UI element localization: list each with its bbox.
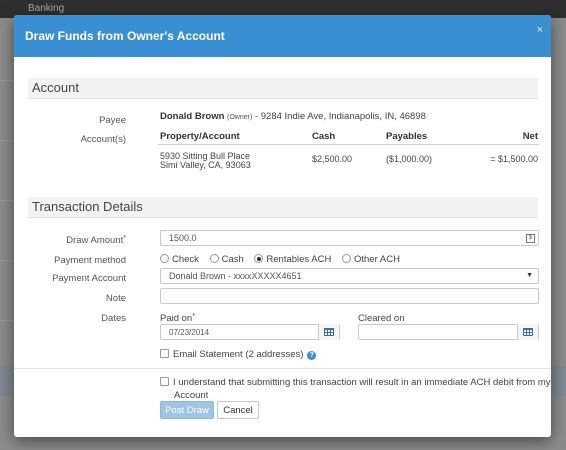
transaction-section-header: Transaction Details bbox=[28, 197, 538, 218]
account-heading: Account bbox=[32, 80, 79, 95]
cleared-on-label: Cleared on bbox=[358, 313, 405, 324]
email-statement-label: Email Statement (2 addresses) bbox=[173, 349, 304, 360]
cancel-button[interactable]: Cancel bbox=[217, 401, 259, 419]
modal-header: Draw Funds from Owner's Account × bbox=[14, 15, 551, 57]
payee-value: Donald Brown (Owner) - 9284 Indie Ave, I… bbox=[160, 111, 426, 122]
radio-cash-icon bbox=[209, 254, 219, 263]
payment-account-label: Payment Account bbox=[52, 273, 126, 284]
modal-title: Draw Funds from Owner's Account bbox=[25, 29, 225, 43]
radio-other-ach-label: Other ACH bbox=[354, 254, 400, 265]
paid-on-value: 07/23/2014 bbox=[169, 328, 210, 337]
payee-label: Payee bbox=[99, 115, 126, 126]
table-header-divider bbox=[158, 144, 539, 145]
checkbox-icon bbox=[160, 349, 169, 358]
payment-account-select[interactable]: Donald Brown - xxxxXXXXX4651 ▼ bbox=[160, 268, 539, 284]
background-row-divider bbox=[0, 80, 14, 81]
radio-rentables-ach-icon bbox=[254, 254, 264, 263]
help-icon[interactable]: ? bbox=[307, 351, 317, 360]
payee-role: (Owner) bbox=[227, 114, 253, 121]
radio-cash[interactable]: Cash bbox=[209, 254, 244, 265]
payee-address: - 9284 Indie Ave, Indianapolis, IN, 4689… bbox=[254, 111, 426, 122]
transaction-heading: Transaction Details bbox=[32, 199, 143, 214]
payment-method-options: Check Cash Rentables ACH Other ACH bbox=[160, 254, 400, 265]
cash-value: $2,500.00 bbox=[312, 154, 353, 164]
footer-divider bbox=[14, 368, 551, 369]
table-header-cash: Cash bbox=[312, 131, 336, 142]
radio-rentables-ach-label: Rentables ACH bbox=[266, 254, 332, 265]
app-nav-text: Banking bbox=[28, 3, 65, 14]
radio-other-ach[interactable]: Other ACH bbox=[342, 254, 400, 265]
payables-value: ($1,000.00) bbox=[386, 154, 433, 164]
dates-label: Dates bbox=[101, 313, 126, 324]
note-input[interactable] bbox=[160, 288, 539, 304]
chevron-down-icon: ▼ bbox=[526, 272, 533, 279]
accounts-label: Account(s) bbox=[80, 134, 126, 145]
payment-method-label: Payment method bbox=[54, 255, 126, 266]
paid-on-label-text: Paid on bbox=[160, 313, 193, 324]
background-row-divider bbox=[0, 140, 14, 141]
background-row-divider bbox=[0, 320, 14, 321]
currency-icon: $ bbox=[526, 234, 535, 243]
draw-funds-modal: Draw Funds from Owner's Account × Accoun… bbox=[14, 15, 551, 437]
table-header-payables: Payables bbox=[386, 131, 428, 142]
radio-other-ach-icon bbox=[342, 254, 351, 263]
calendar-icon[interactable] bbox=[517, 324, 538, 340]
paid-on-label: Paid on* bbox=[160, 313, 195, 324]
email-statement-checkbox[interactable]: Email Statement (2 addresses)? bbox=[160, 349, 317, 360]
calendar-icon[interactable] bbox=[318, 324, 339, 340]
net-value: = $1,500.00 bbox=[490, 154, 538, 164]
payee-name: Donald Brown bbox=[160, 111, 225, 122]
draw-amount-label: Draw Amount* bbox=[66, 235, 126, 246]
radio-check-label: Check bbox=[172, 254, 199, 265]
note-label: Note bbox=[105, 293, 126, 304]
background-row-divider bbox=[0, 200, 14, 201]
checkbox-icon bbox=[160, 377, 169, 386]
acknowledge-checkbox[interactable]: I understand that submitting this transa… bbox=[160, 377, 551, 388]
background-row-divider bbox=[0, 260, 14, 261]
account-section-header: Account bbox=[28, 78, 538, 99]
radio-check-icon bbox=[160, 254, 169, 263]
table-header-property: Property/Account bbox=[160, 131, 240, 142]
paid-on-input[interactable]: 07/23/2014 bbox=[160, 324, 340, 340]
post-draw-button[interactable]: Post Draw bbox=[160, 401, 214, 419]
radio-check[interactable]: Check bbox=[160, 254, 199, 265]
radio-rentables-ach[interactable]: Rentables ACH bbox=[254, 254, 331, 265]
draw-amount-label-text: Draw Amount bbox=[66, 235, 124, 246]
draw-amount-value: 1500.0 bbox=[169, 233, 197, 243]
payment-account-value: Donald Brown - xxxxXXXXX4651 bbox=[169, 271, 302, 281]
table-header-net: Net bbox=[522, 131, 538, 142]
cleared-on-input[interactable] bbox=[358, 324, 539, 340]
property-line2: Simi Valley, CA, 93063 bbox=[160, 160, 251, 170]
close-icon[interactable]: × bbox=[537, 24, 543, 36]
acknowledge-text: I understand that submitting this transa… bbox=[173, 377, 551, 388]
radio-cash-label: Cash bbox=[221, 254, 244, 265]
draw-amount-input[interactable]: 1500.0 $ bbox=[160, 230, 539, 246]
acknowledge-text-line2: Account bbox=[174, 390, 209, 401]
